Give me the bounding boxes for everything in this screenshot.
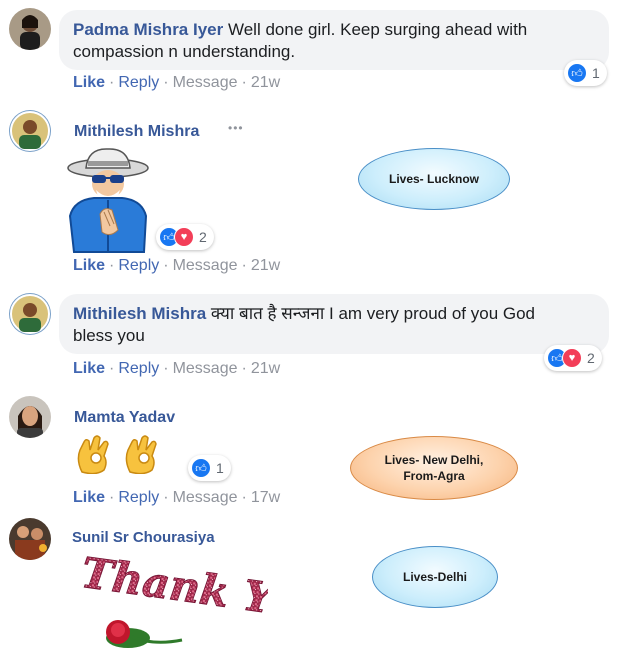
annotation-text: Lives- Lucknow [388,172,480,186]
avatar[interactable] [9,293,51,335]
like-link[interactable]: Like [73,489,105,506]
reply-link[interactable]: Reply [118,489,159,506]
comment-text-line1: Well done girl. Keep surging ahead with [227,20,528,39]
reaction-badge[interactable]: 👍︎ ♥ 2 [544,345,602,371]
comment-bubble: Padma Mishra Iyer Well done girl. Keep s… [59,10,609,70]
timestamp[interactable]: 21w [251,257,280,274]
message-link[interactable]: Message [173,489,238,506]
reaction-badge[interactable]: 👍︎ 1 [188,455,231,481]
annotation-callout-delhi: Lives-Delhi [372,546,498,608]
comment-author[interactable]: Mithilesh Mishra [73,304,206,323]
message-link[interactable]: Message [173,74,238,91]
annotation-text-line2: From-Agra [403,469,465,483]
reaction-count: 1 [592,65,600,81]
like-link[interactable]: Like [73,257,105,274]
annotation-callout-lucknow: Lives- Lucknow [358,148,510,210]
reaction-count: 2 [587,350,595,366]
comment-text-line2: bless you [73,326,145,345]
annotation-callout-new-delhi: Lives- New Delhi, From-Agra [350,436,518,500]
reaction-badge[interactable]: 👍︎ ♥ 2 [156,224,214,250]
sticker-man [60,146,158,254]
like-link[interactable]: Like [73,74,105,91]
timestamp[interactable]: 17w [251,489,280,506]
thank-you-sticker: Thank You [72,547,331,658]
annotation-text: Lives-Delhi [402,570,468,584]
avatar[interactable] [9,518,51,560]
avatar[interactable] [9,8,51,50]
comment-author[interactable]: Padma Mishra Iyer [73,20,223,39]
like-link[interactable]: Like [73,360,105,377]
love-icon: ♥ [174,227,194,247]
avatar[interactable] [9,396,51,438]
avatar-image-mithilesh [9,293,51,335]
avatar[interactable] [9,110,51,152]
sticker-text: Thank You [78,550,268,631]
avatar-image-mithilesh [9,110,51,152]
comment-actions: Like · Reply · Message · 21w [73,257,281,274]
avatar-image-padma [9,8,51,50]
ok-hand-emoji [122,432,162,475]
comment-author[interactable]: Sunil Sr Chourasiya [72,529,215,546]
comment-actions: Like · Reply · Message · 21w [73,74,281,91]
more-options-icon[interactable]: ••• [228,121,244,135]
comment-actions: Like · Reply · Message · 17w [73,489,281,506]
like-icon: 👍︎ [567,63,587,83]
comment-author[interactable]: Mithilesh Mishra [74,123,199,141]
annotation-text-line1: Lives- New Delhi, [384,453,484,467]
reply-link[interactable]: Reply [118,74,159,91]
avatar-image-sunil [9,518,51,560]
avatar-image-mamta [9,396,51,438]
comment-author[interactable]: Mamta Yadav [74,409,175,427]
comment-bubble: Mithilesh Mishra क्या बात है सन्जना I am… [59,294,609,354]
comment-text-line1: क्या बात है सन्जना I am very proud of yo… [210,304,536,323]
message-link[interactable]: Message [173,257,238,274]
message-link[interactable]: Message [173,360,238,377]
ok-hand-emoji [74,432,114,475]
comment-text-line2: compassion n understanding. [73,42,296,61]
like-icon: 👍︎ [191,458,211,478]
reply-link[interactable]: Reply [118,257,159,274]
timestamp[interactable]: 21w [251,360,280,377]
reaction-badge[interactable]: 👍︎ 1 [564,60,607,86]
comment-actions: Like · Reply · Message · 21w [73,360,281,377]
timestamp[interactable]: 21w [251,74,280,91]
reaction-count: 2 [199,229,207,245]
reply-link[interactable]: Reply [118,360,159,377]
reaction-count: 1 [216,460,224,476]
love-icon: ♥ [562,348,582,368]
